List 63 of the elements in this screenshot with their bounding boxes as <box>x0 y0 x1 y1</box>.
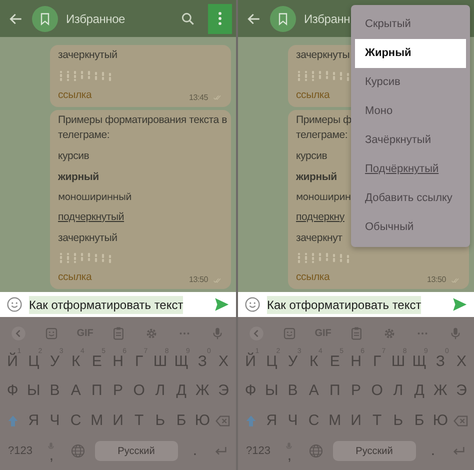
message-text: подчеркнутый <box>58 210 124 225</box>
chat-title: Избранн <box>304 10 350 28</box>
message-link[interactable]: ссылка <box>58 88 92 104</box>
chat-title: Избранное <box>66 10 126 28</box>
clipboard-icon[interactable] <box>349 326 364 340</box>
emoji-icon[interactable] <box>6 296 23 313</box>
menu-item[interactable]: Жирный <box>355 39 466 68</box>
backspace-icon[interactable] <box>453 413 470 430</box>
vertical-dots-icon <box>218 12 222 25</box>
menu-item[interactable]: Скрытый <box>355 10 466 39</box>
chevron-left-icon[interactable] <box>248 326 264 340</box>
space-key[interactable]: Русский <box>332 441 416 462</box>
chevron-left-icon[interactable] <box>10 326 26 340</box>
message-text: жирный <box>296 170 337 185</box>
message-link[interactable]: ссылка <box>58 270 92 286</box>
message-text: телеграме: <box>296 128 348 144</box>
send-icon[interactable] <box>213 296 230 313</box>
sticker-icon[interactable] <box>282 326 297 340</box>
message-text: курсив <box>58 149 90 164</box>
double-check-icon <box>450 276 461 284</box>
send-icon[interactable] <box>451 296 468 313</box>
message-text: зачеркнутый <box>58 230 118 246</box>
message-time: 13:50 <box>426 274 446 286</box>
double-check-icon <box>212 276 223 284</box>
globe-icon[interactable] <box>308 443 324 460</box>
message-text: моноширин <box>296 190 351 204</box>
menu-button[interactable] <box>208 4 232 34</box>
double-check-icon <box>212 93 223 102</box>
message-link[interactable]: ссылка <box>296 270 330 286</box>
message-text: телеграме: <box>58 128 110 144</box>
keyboard-key[interactable]: . <box>182 436 208 466</box>
sticker-icon[interactable] <box>44 326 59 340</box>
message-text: зачеркнут <box>296 230 342 246</box>
message-input-field[interactable]: Как отформатировать текст <box>238 292 474 317</box>
keyboard-key[interactable]: , <box>276 436 303 466</box>
message-link[interactable]: ссылка <box>296 88 330 104</box>
menu-item[interactable]: Подчёркнутый <box>355 155 466 184</box>
globe-icon[interactable] <box>70 443 86 460</box>
avatar-bookmark-icon <box>32 6 58 32</box>
message-text: моноширинный <box>58 190 132 204</box>
message-time: 13:45 <box>188 92 208 104</box>
search-icon <box>180 10 196 26</box>
message-text: зачеркнутый <box>58 48 118 63</box>
space-key[interactable]: Русский <box>94 441 178 462</box>
avatar-bookmark-icon <box>270 6 296 32</box>
message-text: курсив <box>296 149 328 164</box>
emoji-icon[interactable] <box>244 296 261 313</box>
menu-item[interactable]: Моно <box>355 97 466 126</box>
backspace-icon[interactable] <box>215 413 232 430</box>
message-input-field[interactable]: Как отформатировать текст <box>0 292 236 317</box>
message-text: жирный <box>58 170 99 185</box>
keyboard-key[interactable]: . <box>420 436 446 466</box>
message-text: подчеркну <box>296 210 344 225</box>
keyboard-key[interactable]: , <box>38 436 65 466</box>
message-text: зачеркнуты <box>296 48 350 63</box>
clipboard-icon[interactable] <box>111 326 126 340</box>
menu-item[interactable]: Добавить ссылку <box>355 184 466 213</box>
menu-item[interactable]: Курсив <box>355 68 466 97</box>
message-time: 13:50 <box>188 274 208 286</box>
message-text: Примеры ф <box>296 112 352 128</box>
menu-item[interactable]: Зачёркнутый <box>355 126 466 155</box>
message-text: Примеры форматирования текста в <box>58 112 227 128</box>
menu-item[interactable]: Обычный <box>355 213 466 242</box>
